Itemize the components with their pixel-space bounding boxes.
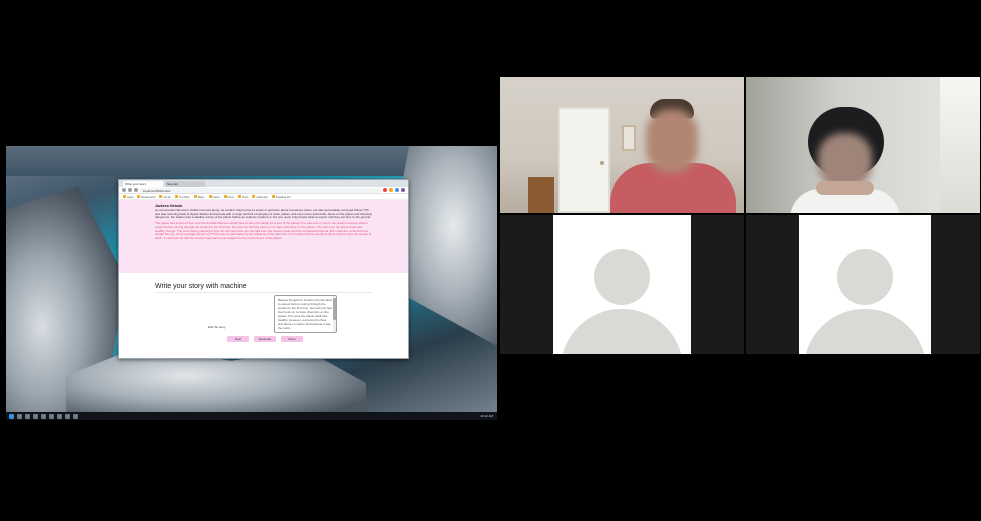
avatar-placeholder [799,215,931,354]
search-icon[interactable] [17,413,22,419]
folder-icon [174,195,178,198]
folder-icon [137,195,141,198]
avatar-head-icon [837,249,893,305]
taskbar-clock: 10:42 AM [480,414,493,418]
url-input[interactable]: localhost:5000/editor [140,187,381,193]
bookmark-label: Maps [197,194,205,199]
profile-icon[interactable] [401,188,405,192]
story-text: As Commander Beceve's shuttle hummed alo… [155,208,372,220]
background-window [940,77,980,213]
mail-icon[interactable] [49,413,54,419]
bookmark-label: Docs [242,194,249,199]
bookmark-item[interactable]: Maps [193,194,205,199]
start-icon[interactable] [9,413,14,419]
bookmark-label: Reading list [275,194,291,199]
browser-tab[interactable]: New tab [165,181,205,187]
bookmark-item[interactable]: Drive [223,194,235,199]
file-explorer-icon[interactable] [33,413,38,419]
back-icon[interactable] [122,188,126,192]
bookmark-item[interactable]: Gmail [159,194,171,199]
avatar-placeholder [553,215,691,354]
bookmark-item[interactable]: Apps [123,195,133,199]
participant-video-1[interactable] [500,77,744,213]
folder-icon [208,195,212,198]
bookmark-item[interactable]: Calendar [252,194,268,199]
story-continuation: The planet has a crisp of hue, and Comma… [155,221,372,240]
browser-tab-active[interactable]: Write your story [123,181,163,187]
next-button[interactable]: Next [227,336,249,342]
folder-icon [271,195,275,198]
folder-icon [193,195,197,198]
story-panel: Jazkevo Nebula As Commander Beceve's shu… [119,200,408,273]
extension-icon[interactable] [389,188,393,192]
write-section: Write your story with machine Beceve tho… [119,273,408,358]
avatar-head-icon [594,249,650,305]
store-icon[interactable] [57,413,62,419]
bookmark-label: Gmail [163,194,171,199]
bookmark-label: Bookmarks [141,194,156,199]
windows-taskbar: 10:42 AM [6,412,497,420]
background-door [558,107,610,213]
edit-story-label: Edit the story [208,325,226,329]
browser-tabbar: Write your story New tab [119,180,408,187]
done-button[interactable]: Done [281,336,303,342]
avatar-body-icon [561,309,683,354]
participant-video-2[interactable] [746,77,980,213]
folder-icon [159,195,163,198]
background-frame [622,125,636,151]
participant-tile-4[interactable] [746,215,980,354]
bookmark-label: Drive [227,194,235,199]
editor-scroll-thumb[interactable] [333,298,336,320]
folder-icon [252,195,256,198]
bookmark-item[interactable]: Docs [238,195,248,199]
folder-icon [238,195,242,198]
app-icon[interactable] [73,413,78,419]
bookmark-item[interactable]: YouTube [174,194,190,199]
avatar-body-icon [804,309,926,354]
web-page: Jazkevo Nebula As Commander Beceve's shu… [119,200,408,358]
shared-screen: Write your story New tab localhost:5000/… [6,146,497,420]
forward-icon[interactable] [128,188,132,192]
bookmark-item[interactable]: Bookmarks [137,195,155,199]
folder-icon [123,195,126,198]
participant-hands [816,181,874,195]
extension-icon[interactable] [395,188,399,192]
chrome-icon[interactable] [41,413,46,419]
bookmark-label: News [212,194,220,199]
write-title: Write your story with machine [155,283,372,293]
editor-text: Beceve thought he would not know what to… [278,298,332,330]
bookmark-label: Calendar [256,194,268,199]
bookmark-label: Apps [127,194,134,199]
background-shelf [528,177,554,213]
bookmark-item[interactable]: News [208,194,220,199]
task-view-icon[interactable] [25,413,30,419]
action-buttons: Next Generate Done [227,336,303,342]
extension-icon[interactable] [383,188,387,192]
generate-button[interactable]: Generate [254,336,276,342]
bookmark-item[interactable]: Reading list [271,194,291,199]
reload-icon[interactable] [134,188,138,192]
folder-icon [223,195,227,198]
participant-face-blurred [646,109,698,173]
address-bar-row: localhost:5000/editor [119,187,408,194]
browser-window: Write your story New tab localhost:5000/… [118,179,409,359]
participant-tile-3[interactable] [500,215,744,354]
story-editor-textarea[interactable]: Beceve thought he would not know what to… [274,295,337,333]
app-icon[interactable] [65,413,70,419]
bookmark-label: YouTube [178,194,190,199]
